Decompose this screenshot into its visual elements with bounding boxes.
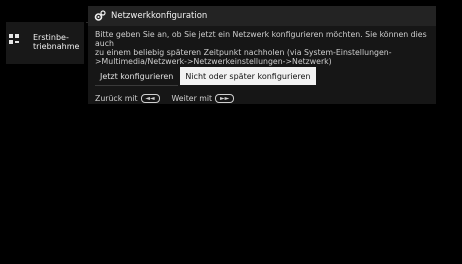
next-hint[interactable]: Weiter mit ►► — [172, 94, 235, 103]
next-label: Weiter mit — [171, 94, 213, 103]
description-text: Bitte geben Sie an, ob Sie jetzt ein Net… — [95, 30, 427, 66]
option-row: Jetzt konfigurieren Nicht oder später ko… — [95, 67, 316, 86]
back-label: Zurück mit — [95, 94, 138, 103]
network-config-panel: Netzwerkkonfiguration Bitte geben Sie an… — [88, 6, 436, 104]
sidebar-item-label[interactable]: Erstinbe- triebnahme — [33, 33, 79, 51]
gears-icon — [94, 10, 106, 21]
panel-header: Netzwerkkonfiguration — [88, 6, 436, 26]
rewind-key-icon: ◄◄ — [140, 94, 160, 103]
configure-now-option[interactable]: Jetzt konfigurieren — [95, 67, 179, 86]
configure-later-option[interactable]: Nicht oder später konfigurieren — [180, 67, 316, 85]
back-hint[interactable]: Zurück mit ◄◄ — [95, 94, 160, 103]
panel-title: Netzwerkkonfiguration — [111, 11, 208, 21]
forward-key-icon: ►► — [215, 94, 235, 103]
navigation-hints: Zurück mit ◄◄ Weiter mit ►► — [95, 94, 235, 103]
setup-icon — [9, 34, 19, 44]
